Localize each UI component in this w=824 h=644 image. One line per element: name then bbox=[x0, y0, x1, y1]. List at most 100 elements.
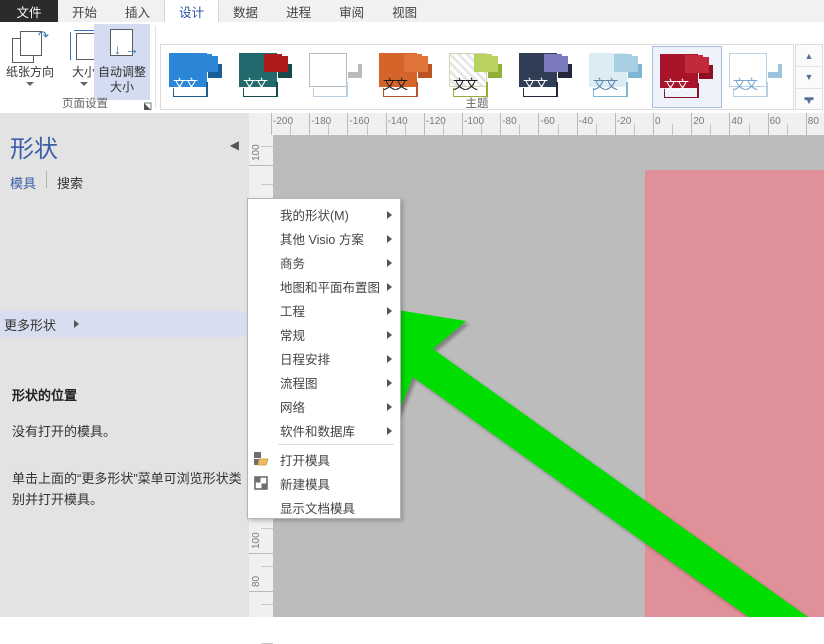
tab-5[interactable]: 审阅 bbox=[325, 0, 378, 22]
theme-sample-text: 文文 bbox=[664, 75, 688, 94]
ribbon-tab-bar: 文件 开始插入设计数据进程审阅视图 bbox=[0, 0, 824, 22]
tab-3[interactable]: 数据 bbox=[219, 0, 272, 22]
ruler-tick bbox=[729, 113, 730, 135]
theme-swatch bbox=[194, 54, 212, 72]
menu-item-3[interactable]: 地图和平面布置图 bbox=[248, 274, 400, 298]
theme-swatch bbox=[264, 54, 282, 72]
ruler-minor-tick bbox=[261, 643, 273, 644]
theme-swatch bbox=[685, 55, 703, 73]
ruler-tick bbox=[768, 113, 769, 135]
page-title: 形状 bbox=[10, 129, 58, 164]
menu-item-12[interactable]: 显示文档模具 bbox=[248, 495, 400, 519]
button-label: 纸张方向 bbox=[6, 66, 54, 79]
ruler-minor-tick bbox=[634, 124, 635, 135]
divider bbox=[46, 171, 47, 188]
menu-item-label: 打开模具 bbox=[280, 450, 330, 469]
ruler-minor-tick bbox=[672, 124, 673, 135]
menu-item-label: 显示文档模具 bbox=[280, 498, 355, 517]
ruler-label: 100 bbox=[251, 532, 262, 549]
ruler-tick bbox=[577, 113, 578, 135]
more-shapes-context-menu[interactable]: 我的形状(M)其他 Visio 方案商务地图和平面布置图工程常规日程安排流程图网… bbox=[247, 198, 401, 519]
gallery-expand[interactable]: ▬▼ bbox=[796, 88, 822, 109]
chevron-down-icon[interactable] bbox=[26, 82, 34, 86]
theme-gallery-scrollbar[interactable]: ▲▼▬▼ bbox=[795, 44, 823, 110]
collapse-left-icon[interactable]: ◀ bbox=[230, 138, 239, 152]
menu-item-label: 网络 bbox=[280, 397, 305, 416]
chevron-right-icon bbox=[387, 427, 392, 435]
chevron-right-icon bbox=[387, 379, 392, 387]
ruler-tick bbox=[386, 113, 387, 135]
theme-swatch bbox=[309, 53, 347, 87]
menu-item-label: 流程图 bbox=[280, 373, 318, 392]
menu-item-9[interactable]: 软件和数据库 bbox=[248, 418, 400, 442]
shapes-link-stencils[interactable]: 模具 bbox=[10, 173, 36, 192]
menu-item-label: 商务 bbox=[280, 253, 305, 272]
menu-separator bbox=[278, 444, 394, 445]
ruler-label: -80 bbox=[502, 116, 516, 127]
tab-0[interactable]: 开始 bbox=[58, 0, 111, 22]
gallery-scroll-down[interactable]: ▼ bbox=[796, 66, 822, 87]
theme-sample-text: 文文 bbox=[733, 74, 757, 93]
menu-item-7[interactable]: 流程图 bbox=[248, 370, 400, 394]
ruler-tick bbox=[615, 113, 616, 135]
button-auto-size[interactable]: ↓ → 自动调整大小 bbox=[94, 24, 150, 100]
dialog-launcher-icon[interactable] bbox=[143, 100, 152, 109]
theme-sample-text: 文文 bbox=[593, 74, 617, 93]
ruler-label: -100 bbox=[464, 116, 484, 127]
ruler-tick bbox=[500, 113, 501, 135]
ruler-minor-tick bbox=[558, 124, 559, 135]
tab-6[interactable]: 视图 bbox=[378, 0, 431, 22]
theme-sample-text: 文文 bbox=[383, 74, 407, 93]
ruler-label: 80 bbox=[808, 116, 819, 127]
menu-item-10[interactable]: 打开模具 bbox=[248, 447, 400, 471]
menu-item-2[interactable]: 商务 bbox=[248, 250, 400, 274]
menu-item-8[interactable]: 网络 bbox=[248, 394, 400, 418]
menu-item-1[interactable]: 其他 Visio 方案 bbox=[248, 226, 400, 250]
theme-swatch bbox=[474, 54, 492, 72]
menu-item-4[interactable]: 工程 bbox=[248, 298, 400, 322]
menu-item-11[interactable]: 新建模具 bbox=[248, 471, 400, 495]
ruler-tick bbox=[249, 165, 273, 166]
tab-1[interactable]: 插入 bbox=[111, 0, 164, 22]
menu-item-label: 常规 bbox=[280, 325, 305, 344]
tab-4[interactable]: 进程 bbox=[272, 0, 325, 22]
chevron-right-icon bbox=[387, 355, 392, 363]
theme-sample-text: 文文 bbox=[453, 74, 477, 93]
tab-list: 开始插入设计数据进程审阅视图 bbox=[58, 0, 431, 22]
theme-sample-text: 文文 bbox=[523, 74, 547, 93]
ruler-label: -180 bbox=[311, 116, 331, 127]
menu-item-6[interactable]: 日程安排 bbox=[248, 346, 400, 370]
ruler-label: 80 bbox=[251, 576, 262, 587]
shapes-link-search[interactable]: 搜索 bbox=[57, 173, 83, 192]
chevron-right-icon bbox=[387, 331, 392, 339]
chevron-right-icon bbox=[387, 403, 392, 411]
ruler-tick bbox=[424, 113, 425, 135]
menu-item-label: 工程 bbox=[280, 301, 305, 320]
ruler-tick bbox=[462, 113, 463, 135]
button-label: 大小 bbox=[72, 66, 96, 79]
gallery-scroll-up[interactable]: ▲ bbox=[796, 45, 822, 66]
chevron-right-icon bbox=[387, 307, 392, 315]
menu-item-0[interactable]: 我的形状(M) bbox=[248, 202, 400, 226]
theme-swatch bbox=[614, 54, 632, 72]
tab-2[interactable]: 设计 bbox=[164, 0, 219, 22]
menu-item-label: 日程安排 bbox=[280, 349, 330, 368]
chevron-right-icon bbox=[74, 320, 79, 328]
tab-file[interactable]: 文件 bbox=[0, 0, 58, 22]
chevron-right-icon bbox=[387, 235, 392, 243]
ruler-label: -160 bbox=[349, 116, 369, 127]
ruler-tick bbox=[653, 113, 654, 135]
horizontal-ruler[interactable]: -200-180-160-140-120-100-80-60-40-200204… bbox=[249, 113, 824, 136]
menu-item-label: 新建模具 bbox=[280, 474, 330, 493]
button-label: 自动调整大小 bbox=[94, 65, 150, 95]
button-paper-orientation[interactable]: ↷ 纸张方向 bbox=[4, 25, 56, 95]
menu-item-5[interactable]: 常规 bbox=[248, 322, 400, 346]
ruler-label: -140 bbox=[388, 116, 408, 127]
menu-item-label: 地图和平面布置图 bbox=[280, 277, 380, 296]
ruler-label: 20 bbox=[693, 116, 704, 127]
chevron-down-icon[interactable] bbox=[80, 82, 88, 86]
ruler-tick bbox=[691, 113, 692, 135]
ruler-label: 0 bbox=[655, 116, 661, 127]
ruler-minor-tick bbox=[787, 124, 788, 135]
more-shapes-menu-item[interactable]: 更多形状 bbox=[0, 311, 249, 337]
